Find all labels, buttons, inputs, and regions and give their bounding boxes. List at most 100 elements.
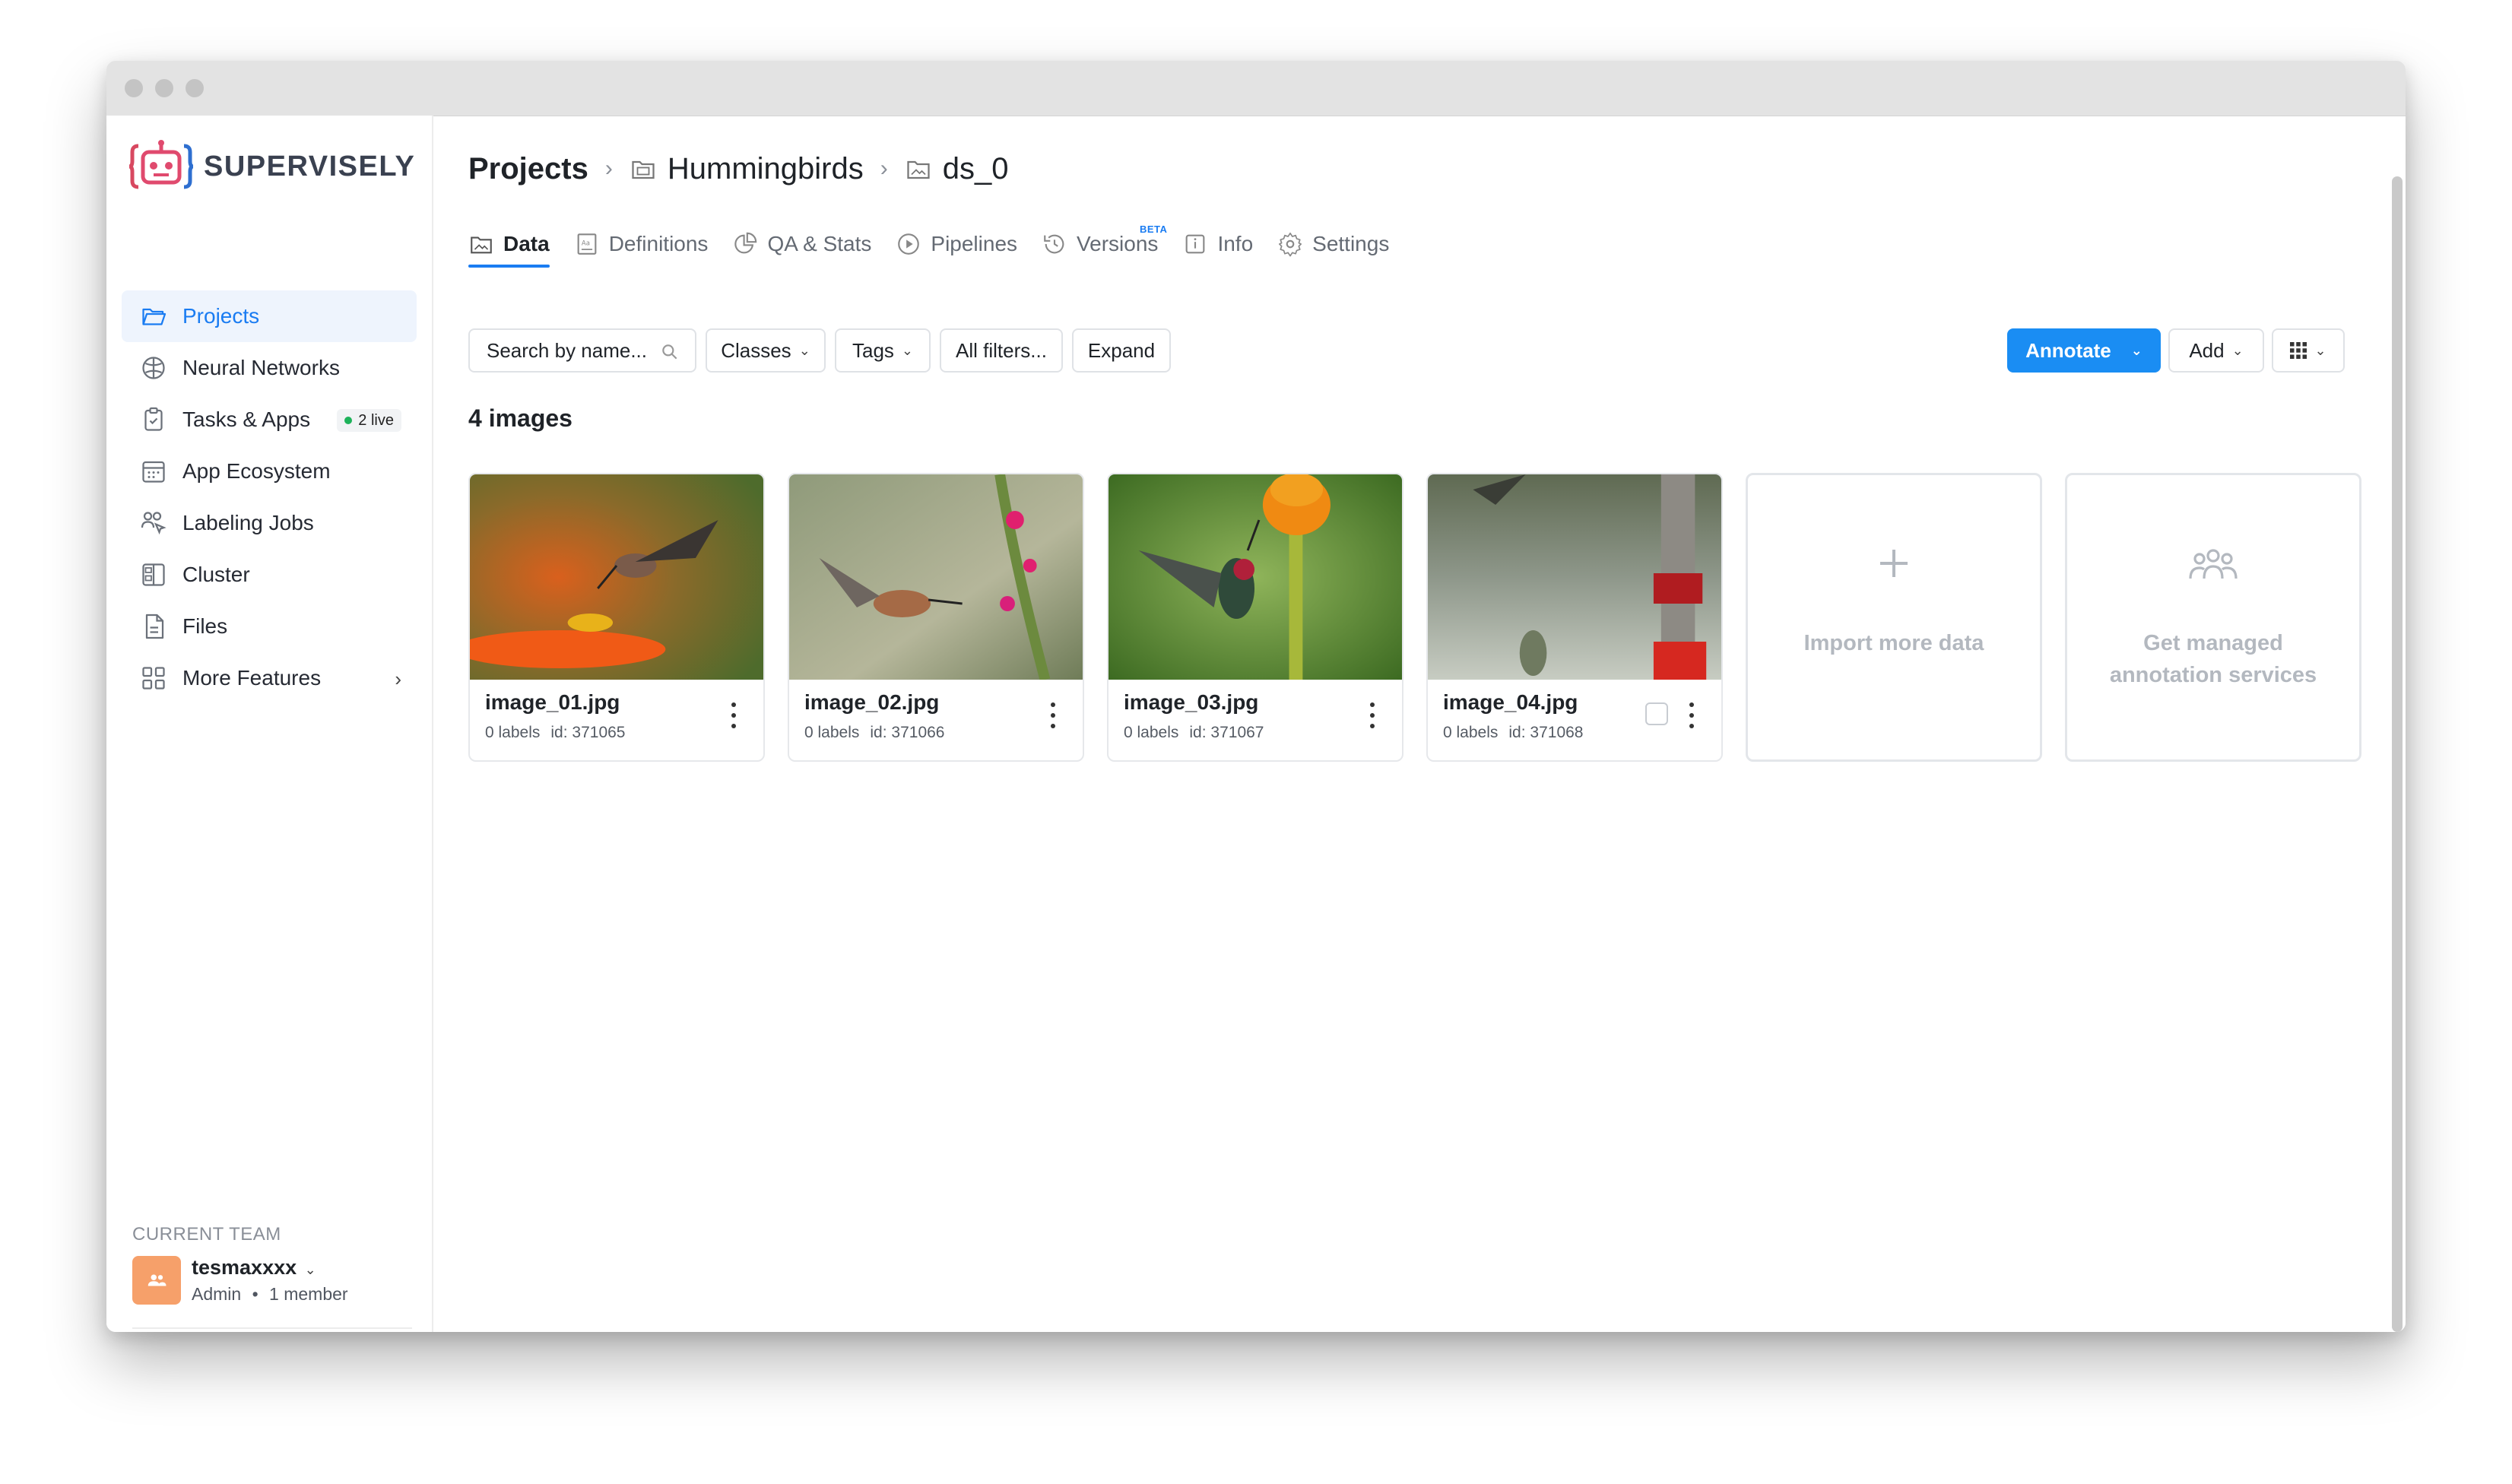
managed-services-line2: annotation services	[2109, 663, 2317, 687]
image-labels-count: 0 labels	[1443, 724, 1499, 741]
chevron-down-icon: ⌄	[304, 1262, 316, 1277]
team-name: tesmaxxxx	[192, 1256, 297, 1279]
all-filters-label: All filters...	[956, 338, 1047, 362]
tab-pipelines[interactable]: Pipelines	[896, 220, 1017, 268]
breadcrumb-dataset[interactable]: ds_0	[905, 152, 1008, 186]
beta-badge: BETA	[1140, 224, 1168, 235]
breadcrumb-project-label: Hummingbirds	[667, 151, 864, 186]
live-count-badge: 2 live	[337, 409, 401, 432]
more-options-icon[interactable]	[1369, 702, 1376, 728]
image-name[interactable]: image_03.jpg	[1124, 690, 1258, 715]
chevron-down-icon: ⌄	[2130, 342, 2142, 358]
annotate-button[interactable]: Annotate ⌄	[2007, 328, 2161, 373]
image-labels-count: 0 labels	[1124, 724, 1179, 741]
tab-definitions[interactable]: Aa Definitions	[574, 220, 709, 268]
image-name[interactable]: image_01.jpg	[485, 690, 620, 715]
folder-image-icon	[468, 231, 494, 257]
chevron-right-icon: ›	[604, 156, 613, 181]
sidebar-item-app-ecosystem[interactable]: App Ecosystem	[122, 446, 417, 497]
select-checkbox[interactable]	[1645, 702, 1668, 725]
add-label: Add	[2189, 338, 2225, 362]
app-logo[interactable]: SUPERVISELY	[129, 138, 415, 195]
project-tabs: Data Aa Definitions QA & Stats Pipelines…	[468, 220, 1413, 268]
team-users-icon	[2189, 545, 2238, 594]
image-name[interactable]: image_04.jpg	[1443, 690, 1578, 715]
tab-label: Data	[503, 232, 550, 255]
sidebar-item-label: Files	[182, 614, 228, 638]
sidebar-item-label: More Features	[182, 666, 322, 690]
sidebar-item-label: Labeling Jobs	[182, 511, 314, 534]
vertical-scrollbar[interactable]	[2392, 176, 2403, 1332]
managed-annotation-card[interactable]: Get managed annotation services	[2065, 473, 2361, 762]
tab-qa-stats[interactable]: QA & Stats	[732, 220, 871, 268]
sidebar-item-tasks-apps[interactable]: Tasks & Apps 2 live	[122, 394, 417, 446]
sidebar-item-label: Neural Networks	[182, 356, 340, 379]
robot-logo-icon	[129, 140, 193, 189]
classes-label: Classes	[721, 338, 791, 362]
sidebar-item-label: Tasks & Apps	[182, 407, 311, 431]
image-card[interactable]: image_02.jpg 0 labels id: 371066	[788, 473, 1084, 762]
team-role: Admin	[192, 1284, 242, 1304]
current-team-heading: CURRENT TEAM	[132, 1224, 281, 1245]
image-thumbnail[interactable]	[470, 474, 763, 680]
tab-label: Info	[1217, 232, 1254, 255]
minimize-window-dot[interactable]	[155, 79, 173, 97]
sidebar: SUPERVISELY Projects Neural Networks Tas…	[106, 116, 433, 1332]
search-input[interactable]: Search by name...	[468, 328, 696, 373]
sidebar-item-more-features[interactable]: More Features ›	[122, 652, 417, 704]
sidebar-item-files[interactable]: Files	[122, 601, 417, 652]
more-options-icon[interactable]	[730, 702, 737, 728]
tags-filter-button[interactable]: Tags ⌄	[835, 328, 931, 373]
close-window-dot[interactable]	[125, 79, 143, 97]
images-count: 4 images	[468, 404, 572, 432]
chevron-right-icon: ›	[880, 156, 888, 181]
tab-settings[interactable]: Settings	[1277, 220, 1389, 268]
tab-label: Definitions	[608, 232, 709, 255]
image-id: id: 371066	[870, 724, 945, 741]
toolbar: Search by name... Classes ⌄ Tags ⌄ All fil…	[468, 328, 2345, 374]
tab-info[interactable]: Info	[1182, 220, 1253, 268]
server-icon	[140, 561, 167, 588]
search-icon	[660, 342, 680, 367]
play-circle-icon	[896, 231, 921, 257]
grid-icon	[140, 664, 167, 692]
team-switcher[interactable]: tesmaxxxx ⌄ Admin • 1 member	[132, 1256, 348, 1305]
image-thumbnail[interactable]	[1109, 474, 1402, 680]
clipboard-check-icon	[140, 406, 167, 433]
more-options-icon[interactable]	[1688, 702, 1695, 728]
tab-data[interactable]: Data	[468, 220, 550, 268]
breadcrumb-projects[interactable]: Projects	[468, 152, 588, 186]
chevron-down-icon: ⌄	[2314, 342, 2326, 358]
sidebar-item-cluster[interactable]: Cluster	[122, 549, 417, 601]
sidebar-item-neural-networks[interactable]: Neural Networks	[122, 342, 417, 394]
add-button[interactable]: Add ⌄	[2168, 328, 2264, 373]
live-status-dot	[344, 417, 353, 424]
breadcrumb: Projects › Hummingbirds › ds_0	[468, 146, 1008, 192]
sidebar-item-labeling-jobs[interactable]: Labeling Jobs	[122, 497, 417, 549]
breadcrumb-project[interactable]: Hummingbirds	[630, 152, 864, 186]
chevron-down-icon: ⌄	[2231, 342, 2244, 358]
annotate-label: Annotate	[2025, 338, 2111, 362]
pie-chart-icon	[732, 231, 758, 257]
image-card[interactable]: image_03.jpg 0 labels id: 371067	[1107, 473, 1403, 762]
all-filters-button[interactable]: All filters...	[940, 328, 1063, 373]
classes-filter-button[interactable]: Classes ⌄	[706, 328, 826, 373]
calendar-grid-icon	[140, 458, 167, 485]
maximize-window-dot[interactable]	[186, 79, 204, 97]
team-users-icon	[147, 1274, 167, 1286]
project-folder-icon	[632, 160, 655, 179]
image-name[interactable]: image_02.jpg	[804, 690, 939, 715]
image-id: id: 371067	[1189, 724, 1264, 741]
app-window: SUPERVISELY Projects Neural Networks Tas…	[106, 61, 2406, 1332]
expand-button[interactable]: Expand	[1072, 328, 1171, 373]
image-card[interactable]: image_04.jpg 0 labels id: 371068	[1426, 473, 1723, 762]
sidebar-divider	[132, 1327, 412, 1329]
image-card[interactable]: image_01.jpg 0 labels id: 371065	[468, 473, 765, 762]
more-options-icon[interactable]	[1049, 702, 1057, 728]
image-thumbnail[interactable]	[789, 474, 1083, 680]
tab-versions[interactable]: Versions BETA	[1042, 220, 1167, 268]
import-more-data-card[interactable]: Import more data	[1746, 473, 2042, 762]
image-thumbnail[interactable]	[1428, 474, 1721, 680]
view-mode-button[interactable]: ⌄	[2272, 328, 2345, 373]
sidebar-item-projects[interactable]: Projects	[122, 290, 417, 342]
